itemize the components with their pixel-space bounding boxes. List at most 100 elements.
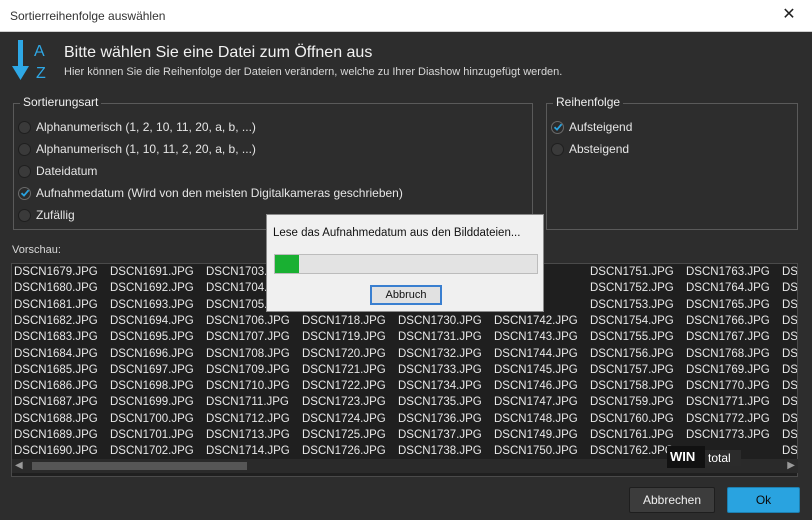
preview-file-item[interactable]: DSCN1688.JPG (14, 413, 98, 425)
preview-file-item[interactable]: DSCN1757.JPG (590, 364, 674, 376)
preview-file-item[interactable]: DSCN1713.JPG (206, 429, 290, 441)
preview-file-item[interactable]: DSCN1733.JPG (398, 364, 482, 376)
radio-checked-icon[interactable] (18, 186, 31, 200)
preview-file-item[interactable]: DSCN1679.JPG (14, 266, 98, 278)
preview-file-item[interactable]: DSCN1699.JPG (110, 396, 194, 408)
close-icon[interactable]: ✕ (780, 6, 798, 24)
preview-file-item[interactable]: DSC (782, 445, 797, 457)
preview-file-item[interactable]: DSCN1689.JPG (14, 429, 98, 441)
preview-file-item[interactable]: DSCN1681.JPG (14, 299, 98, 311)
preview-file-item[interactable]: DSCN1714.JPG (206, 445, 290, 457)
sort-type-option-4[interactable]: Zufällig (18, 206, 75, 224)
preview-file-item[interactable]: DSC (782, 315, 797, 327)
preview-file-item[interactable]: DSCN1751.JPG (590, 266, 674, 278)
preview-file-item[interactable]: DSCN1708.JPG (206, 348, 290, 360)
preview-file-item[interactable]: DSCN1760.JPG (590, 413, 674, 425)
preview-file-item[interactable]: DSCN1685.JPG (14, 364, 98, 376)
preview-file-item[interactable]: DSC (782, 413, 797, 425)
preview-file-item[interactable]: DSCN1701.JPG (110, 429, 194, 441)
preview-file-item[interactable]: DSCN1724.JPG (302, 413, 386, 425)
preview-file-item[interactable]: DSCN1732.JPG (398, 348, 482, 360)
preview-file-item[interactable]: DSCN1772.JPG (686, 413, 770, 425)
preview-file-item[interactable]: DSCN1690.JPG (14, 445, 98, 457)
radio-unchecked-icon[interactable] (18, 208, 31, 222)
abort-button[interactable]: Abbruch (370, 285, 442, 305)
preview-file-item[interactable]: DSCN1693.JPG (110, 299, 194, 311)
preview-file-item[interactable]: DSCN1764.JPG (686, 282, 770, 294)
preview-file-item[interactable]: DSCN1737.JPG (398, 429, 482, 441)
radio-unchecked-icon[interactable] (18, 142, 31, 156)
preview-file-item[interactable]: DSCN1691.JPG (110, 266, 194, 278)
sort-type-option-1[interactable]: Alphanumerisch (1, 10, 11, 2, 20, a, b, … (18, 140, 256, 158)
preview-file-item[interactable]: DSCN1749.JPG (494, 429, 578, 441)
preview-file-item[interactable]: DSC (782, 364, 797, 376)
preview-file-item[interactable]: DSCN1752.JPG (590, 282, 674, 294)
preview-file-item[interactable]: DSCN1721.JPG (302, 364, 386, 376)
preview-file-item[interactable]: DSCN1683.JPG (14, 331, 98, 343)
preview-file-item[interactable]: DSCN1744.JPG (494, 348, 578, 360)
preview-file-item[interactable]: DSCN1700.JPG (110, 413, 194, 425)
preview-file-item[interactable]: DSCN1768.JPG (686, 348, 770, 360)
preview-file-item[interactable]: DSCN1694.JPG (110, 315, 194, 327)
preview-file-item[interactable]: DSCN1695.JPG (110, 331, 194, 343)
preview-file-item[interactable]: DSCN1698.JPG (110, 380, 194, 392)
preview-file-item[interactable]: DSCN1696.JPG (110, 348, 194, 360)
preview-file-item[interactable]: DSCN1692.JPG (110, 282, 194, 294)
scroll-right-icon[interactable]: ▶ (787, 460, 795, 471)
preview-file-item[interactable]: DSCN1734.JPG (398, 380, 482, 392)
cancel-button[interactable]: Abbrechen (629, 487, 715, 513)
preview-file-item[interactable]: DSC (782, 331, 797, 343)
preview-file-item[interactable]: DSCN1745.JPG (494, 364, 578, 376)
scroll-left-icon[interactable]: ◀ (15, 460, 23, 471)
preview-file-item[interactable]: DSCN1719.JPG (302, 331, 386, 343)
preview-file-item[interactable]: DSCN1722.JPG (302, 380, 386, 392)
preview-file-item[interactable]: DSCN1707.JPG (206, 331, 290, 343)
preview-file-item[interactable]: DSC (782, 429, 797, 441)
preview-file-item[interactable]: DSCN1765.JPG (686, 299, 770, 311)
preview-file-item[interactable]: DSCN1711.JPG (206, 396, 289, 408)
preview-file-item[interactable]: DSCN1753.JPG (590, 299, 674, 311)
preview-file-item[interactable]: DSCN1759.JPG (590, 396, 674, 408)
preview-file-item[interactable]: DSCN1682.JPG (14, 315, 98, 327)
preview-file-item[interactable]: DSCN1767.JPG (686, 331, 770, 343)
order-option-1[interactable]: Absteigend (551, 140, 629, 158)
preview-file-item[interactable]: DSCN1718.JPG (302, 315, 386, 327)
radio-unchecked-icon[interactable] (551, 142, 564, 156)
preview-file-item[interactable]: DSCN1702.JPG (110, 445, 194, 457)
preview-file-item[interactable]: DSCN1736.JPG (398, 413, 482, 425)
sort-type-option-0[interactable]: Alphanumerisch (1, 2, 10, 11, 20, a, b, … (18, 118, 256, 136)
order-option-0[interactable]: Aufsteigend (551, 118, 632, 136)
preview-file-item[interactable]: DSCN1754.JPG (590, 315, 674, 327)
radio-unchecked-icon[interactable] (18, 164, 31, 178)
preview-file-item[interactable]: DSCN1755.JPG (590, 331, 674, 343)
preview-file-item[interactable]: DSCN1766.JPG (686, 315, 770, 327)
preview-file-item[interactable]: DSCN1712.JPG (206, 413, 290, 425)
preview-file-item[interactable]: DSCN1738.JPG (398, 445, 482, 457)
preview-file-item[interactable]: DSCN1771.JPG (686, 396, 770, 408)
preview-file-item[interactable]: DSCN1726.JPG (302, 445, 386, 457)
preview-file-item[interactable]: DSCN1756.JPG (590, 348, 674, 360)
preview-file-item[interactable]: DSCN1720.JPG (302, 348, 386, 360)
preview-file-item[interactable]: DSCN1730.JPG (398, 315, 482, 327)
preview-file-item[interactable]: DSCN1723.JPG (302, 396, 386, 408)
preview-file-item[interactable]: DSCN1770.JPG (686, 380, 770, 392)
preview-file-item[interactable]: DSCN1747.JPG (494, 396, 578, 408)
preview-file-item[interactable]: DSCN1697.JPG (110, 364, 194, 376)
preview-file-item[interactable]: DSCN1687.JPG (14, 396, 98, 408)
preview-file-item[interactable]: DSC (782, 282, 797, 294)
preview-file-item[interactable]: DSC (782, 348, 797, 360)
ok-button[interactable]: Ok (727, 487, 800, 513)
preview-file-item[interactable]: DSCN1725.JPG (302, 429, 386, 441)
preview-file-item[interactable]: DSCN1709.JPG (206, 364, 290, 376)
preview-file-item[interactable]: DSCN1773.JPG (686, 429, 770, 441)
preview-file-item[interactable]: DSCN1706.JPG (206, 315, 290, 327)
preview-file-item[interactable]: DSCN1758.JPG (590, 380, 674, 392)
preview-file-item[interactable]: DSCN1731.JPG (398, 331, 482, 343)
preview-file-item[interactable]: DSCN1735.JPG (398, 396, 482, 408)
sort-type-option-3[interactable]: Aufnahmedatum (Wird von den meisten Digi… (18, 184, 403, 202)
preview-file-item[interactable]: DSCN1742.JPG (494, 315, 578, 327)
preview-file-item[interactable]: DSCN1743.JPG (494, 331, 578, 343)
preview-file-item[interactable]: DSCN1746.JPG (494, 380, 578, 392)
preview-file-item[interactable]: DSCN1769.JPG (686, 364, 770, 376)
preview-file-item[interactable]: DSC (782, 380, 797, 392)
